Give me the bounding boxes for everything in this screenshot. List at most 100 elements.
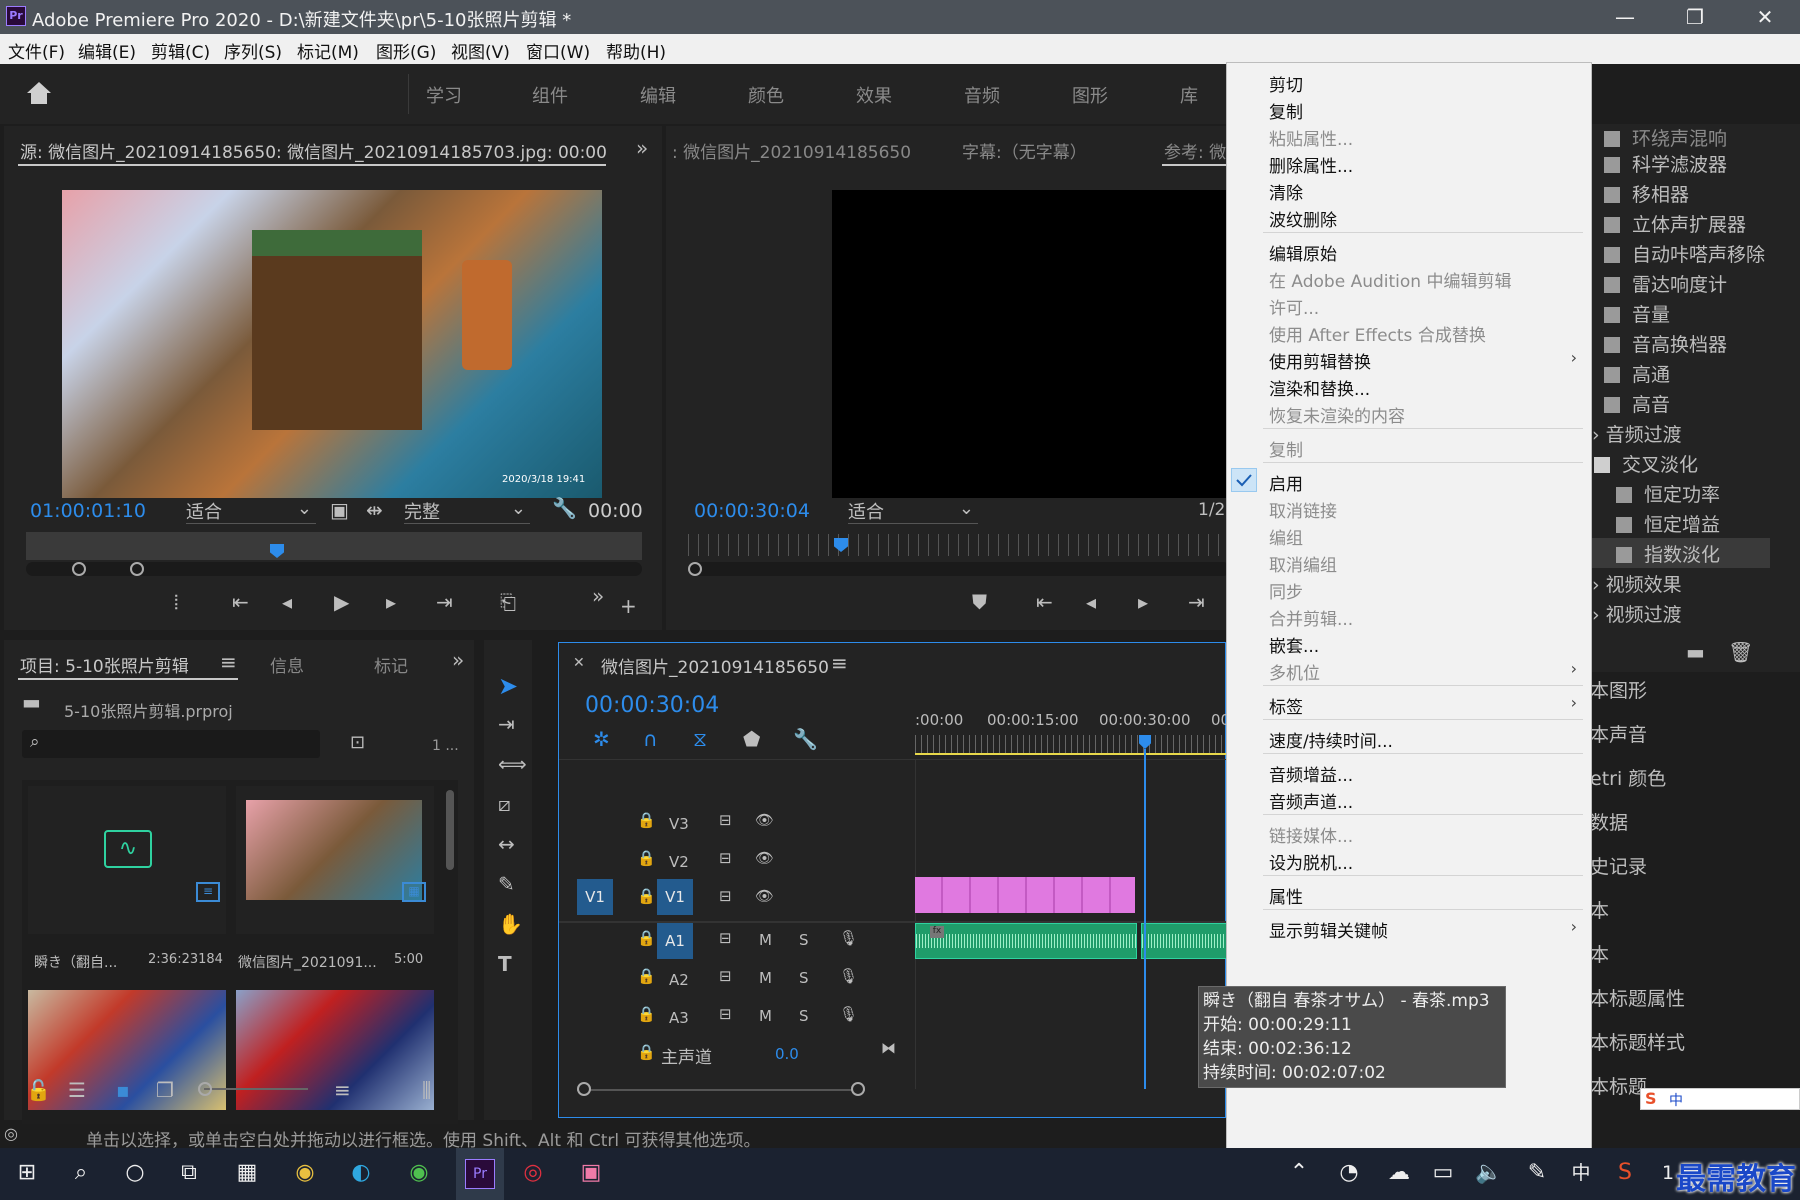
program-monitor-title[interactable]: : 微信图片_20210914185650 (672, 138, 911, 163)
go-to-in-icon[interactable]: ⇤ (1036, 590, 1053, 614)
menu-item-4[interactable]: 清除 (1269, 179, 1303, 204)
microphone-icon[interactable]: 🎙 (839, 967, 858, 985)
lock-icon[interactable]: 🔒 (637, 811, 656, 829)
folder-crossfade[interactable]: 交叉淡化 (1594, 450, 1698, 477)
source-patch-v1[interactable]: V1 (577, 879, 613, 915)
chrome-profile-icon[interactable]: ◉ (404, 1158, 434, 1188)
automate-icon[interactable]: ⫼ (422, 1078, 431, 1102)
panel-essential-graphics[interactable]: 本图形 (1590, 676, 1647, 703)
menu-item-1[interactable]: 复制 (1269, 98, 1303, 123)
pen-tool-icon[interactable]: ✎ (498, 872, 515, 896)
effect-treble[interactable]: 高音 (1604, 390, 1670, 417)
menu-item-10[interactable]: 使用 After Effects 合成替换 (1269, 321, 1486, 346)
menu-item-7[interactable]: 编辑原始 (1269, 240, 1337, 265)
workspace-tab-audio[interactable]: 音频 (964, 82, 1000, 108)
audio-clip-a1-next[interactable] (1141, 923, 1228, 959)
effect-volume[interactable]: 音量 (1604, 300, 1670, 327)
menu-item-3[interactable]: 删除属性... (1269, 152, 1353, 177)
step-forward-icon[interactable]: ▸ (386, 590, 396, 614)
step-back-icon[interactable]: ◂ (1086, 590, 1096, 614)
tray-chevron-up-icon[interactable]: ⌃ (1284, 1158, 1314, 1188)
ime-toolbar[interactable]: S 中 (1640, 1088, 1800, 1110)
source-timecode[interactable]: 01:00:01:10 (30, 500, 146, 522)
menu-item-5[interactable]: 波纹删除 (1269, 206, 1337, 231)
cortana-icon[interactable]: ○ (120, 1158, 150, 1188)
sort-icon[interactable]: ≡ (334, 1078, 351, 1102)
menu-item-22[interactable]: 合并剪辑... (1269, 605, 1353, 630)
program-zoom-bar[interactable] (688, 562, 1230, 576)
program-time-ruler[interactable] (688, 534, 1230, 556)
info-tab[interactable]: 信息 (270, 652, 304, 677)
folder-video-transitions[interactable]: › 视频过渡 (1592, 600, 1682, 627)
lock-icon[interactable]: 🔓 (26, 1078, 51, 1102)
panel-metadata[interactable]: 数据 (1590, 808, 1628, 835)
task-view-icon[interactable]: ⧉ (174, 1158, 204, 1188)
mute-button[interactable]: M (759, 969, 772, 987)
linked-selection-icon[interactable]: ⧖ (693, 727, 707, 751)
timeline-tab[interactable]: 微信图片_20210914185650 (601, 653, 829, 678)
effect-phaser[interactable]: 移相器 (1604, 180, 1689, 207)
timeline-ruler[interactable] (915, 735, 1227, 753)
menu-view[interactable]: 视图(V) (451, 38, 510, 63)
panel-menu-icon[interactable]: ≡ (220, 650, 237, 674)
menu-help[interactable]: 帮助(H) (606, 38, 666, 63)
workspace-tab-assembly[interactable]: 组件 (532, 82, 568, 108)
panel-title-properties[interactable]: 本标题属性 (1590, 984, 1685, 1011)
workspace-tab-editing[interactable]: 编辑 (640, 82, 676, 108)
panel-overflow-icon[interactable]: » (636, 136, 648, 160)
menu-item-0[interactable]: 剪切 (1269, 71, 1303, 96)
effect-surround-reverb[interactable]: 环绕声混响 (1604, 124, 1727, 151)
icon-view-icon[interactable]: ▪ (116, 1078, 130, 1102)
minimize-button[interactable]: — (1590, 0, 1660, 34)
folder-video-effects[interactable]: › 视频效果 (1592, 570, 1682, 597)
step-forward-icon[interactable]: ▸ (1138, 590, 1148, 614)
settings-icon[interactable]: ▣ (330, 498, 349, 522)
sync-lock-icon[interactable]: ⊟ (719, 967, 732, 985)
play-icon[interactable]: ▶ (334, 590, 349, 614)
sync-lock-icon[interactable]: ⊟ (719, 887, 732, 905)
calculator-icon[interactable]: ▦ (232, 1158, 262, 1188)
clock[interactable]: 1 (1662, 1162, 1674, 1184)
source-zoom-bar[interactable] (26, 562, 642, 576)
razor-tool-icon[interactable]: ⧄ (498, 792, 511, 816)
pen-icon[interactable]: ✎ (1522, 1158, 1552, 1188)
workspace-tab-libraries[interactable]: 库 (1180, 82, 1198, 108)
track-label-a2[interactable]: A2 (669, 971, 689, 989)
scrollbar[interactable] (446, 790, 454, 870)
menu-item-17[interactable]: 启用 (1269, 470, 1303, 495)
ime-indicator[interactable]: 中 (1566, 1158, 1596, 1188)
workspace-tab-color[interactable]: 颜色 (748, 82, 784, 108)
menu-file[interactable]: 文件(F) (8, 38, 65, 63)
search-icon[interactable]: ⌕ (66, 1158, 96, 1188)
project-search-input[interactable]: ⌕ (22, 730, 320, 758)
panel-title[interactable]: 本标题 (1590, 1072, 1647, 1099)
home-icon[interactable] (24, 78, 54, 108)
effect-stereo-expander[interactable]: 立体声扩展器 (1604, 210, 1746, 237)
zoom-slider[interactable] (198, 1082, 308, 1096)
premiere-taskbar-button[interactable]: Pr (456, 1148, 504, 1200)
step-back-icon[interactable]: ◂ (282, 590, 292, 614)
effect-pitch-shifter[interactable]: 音高换档器 (1604, 330, 1727, 357)
menu-item-18[interactable]: 取消链接 (1269, 497, 1337, 522)
workspace-tab-effects[interactable]: 效果 (856, 82, 892, 108)
menu-item-19[interactable]: 编组 (1269, 524, 1303, 549)
trash-icon[interactable]: 🗑 (1728, 640, 1753, 664)
button-editor-icon[interactable]: » (592, 584, 604, 608)
source-fit-select[interactable]: 适合 ⌄ (186, 498, 316, 524)
menu-item-15[interactable]: 复制 (1269, 436, 1303, 461)
menu-item-24[interactable]: 多机位 (1269, 659, 1320, 684)
go-to-end-icon[interactable]: ⧓ (881, 1039, 896, 1057)
menu-graphics[interactable]: 图形(G) (376, 38, 436, 63)
project-tab[interactable]: 项目: 5-10张照片剪辑 (20, 652, 189, 677)
lock-icon[interactable]: 🔒 (637, 887, 656, 905)
menu-clip[interactable]: 剪辑(C) (151, 38, 210, 63)
go-to-out-icon[interactable]: ⇥ (436, 590, 453, 614)
menu-item-13[interactable]: 恢复未渲染的内容 (1269, 402, 1405, 427)
menu-item-12[interactable]: 渲染和替换... (1269, 375, 1370, 400)
menu-item-36[interactable]: 属性 (1269, 883, 1303, 908)
bilibili-icon[interactable]: ▣ (576, 1158, 606, 1188)
folder-audio-transitions[interactable]: › 音频过渡 (1592, 420, 1682, 447)
effect-scientific-filter[interactable]: 科学滤波器 (1604, 150, 1727, 177)
wrench-icon[interactable]: 🔧 (793, 727, 818, 751)
reference-monitor-tab[interactable]: 参考: 微 (1164, 138, 1226, 163)
